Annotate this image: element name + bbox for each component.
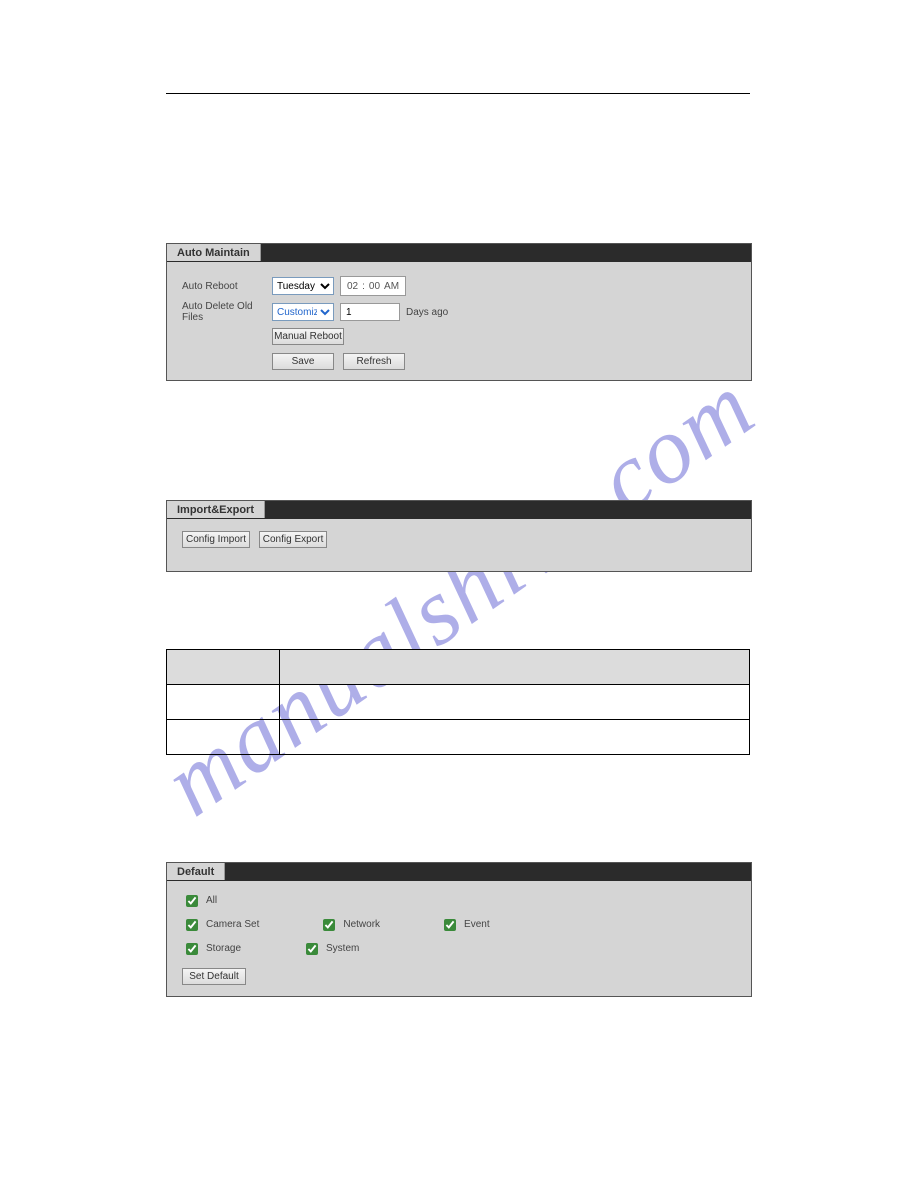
time-colon: : <box>362 281 365 292</box>
panel-header: Default <box>167 863 751 881</box>
refresh-button[interactable]: Refresh <box>343 353 405 370</box>
panel-tab-auto-maintain: Auto Maintain <box>167 244 261 261</box>
checkbox-camera-input[interactable] <box>186 919 198 931</box>
param-cell <box>167 720 280 755</box>
save-refresh-row: Save Refresh <box>272 353 736 370</box>
reboot-ampm: AM <box>384 281 399 292</box>
auto-maintain-panel: Auto Maintain Auto Reboot Tuesday 02 : 0… <box>166 243 752 381</box>
checkbox-camera-set[interactable]: Camera Set <box>182 916 259 934</box>
save-button[interactable]: Save <box>272 353 334 370</box>
config-export-button[interactable]: Config Export <box>259 531 327 548</box>
delete-mode-select[interactable]: Customized <box>272 303 334 321</box>
param-header <box>167 650 280 685</box>
checkbox-system-input[interactable] <box>306 943 318 955</box>
days-ago-label: Days ago <box>406 307 448 318</box>
func-cell <box>280 685 750 720</box>
config-import-button[interactable]: Config Import <box>182 531 250 548</box>
checkbox-event[interactable]: Event <box>440 916 500 934</box>
panel-tab-import-export: Import&Export <box>167 501 265 518</box>
checkbox-row-all: All <box>182 891 736 910</box>
checkbox-event-input[interactable] <box>444 919 456 931</box>
checkbox-row-2: Storage System <box>182 939 736 958</box>
delete-days-input[interactable] <box>340 303 400 321</box>
func-header <box>280 650 750 685</box>
description-table <box>166 649 750 755</box>
import-export-panel: Import&Export Config Import Config Expor… <box>166 500 752 572</box>
manual-reboot-button[interactable]: Manual Reboot <box>272 328 344 345</box>
panel-body: All Camera Set Network Event <box>167 881 751 1000</box>
checkbox-storage[interactable]: Storage <box>182 940 242 958</box>
set-default-button[interactable]: Set Default <box>182 968 246 985</box>
checkbox-event-label: Event <box>464 919 490 930</box>
set-default-row: Set Default <box>182 968 736 985</box>
auto-reboot-label: Auto Reboot <box>182 281 272 292</box>
default-panel: Default All Camera Set Network <box>166 862 752 997</box>
auto-reboot-row: Auto Reboot Tuesday 02 : 00 AM <box>182 276 736 296</box>
checkbox-all-input[interactable] <box>186 895 198 907</box>
watermark-text: manualshive.com <box>144 350 774 837</box>
reboot-hour: 02 <box>347 281 358 292</box>
panel-body: Config Import Config Export <box>167 519 751 563</box>
checkbox-network-input[interactable] <box>323 919 335 931</box>
panel-header: Import&Export <box>167 501 751 519</box>
checkbox-storage-input[interactable] <box>186 943 198 955</box>
checkbox-storage-label: Storage <box>206 943 241 954</box>
checkbox-all-label: All <box>206 895 217 906</box>
manual-reboot-row: Manual Reboot <box>272 328 736 345</box>
reboot-minute: 00 <box>369 281 380 292</box>
table-row <box>167 720 750 755</box>
param-cell <box>167 685 280 720</box>
checkbox-system[interactable]: System <box>302 940 362 958</box>
checkbox-network-label: Network <box>343 919 380 930</box>
table-row <box>167 685 750 720</box>
top-divider <box>166 93 750 94</box>
auto-delete-label: Auto Delete Old Files <box>182 301 272 323</box>
panel-body: Auto Reboot Tuesday 02 : 00 AM Auto Dele… <box>167 262 751 385</box>
table-header-row <box>167 650 750 685</box>
auto-delete-row: Auto Delete Old Files Customized Days ag… <box>182 301 736 323</box>
checkbox-row-1: Camera Set Network Event <box>182 915 736 934</box>
reboot-day-select[interactable]: Tuesday <box>272 277 334 295</box>
checkbox-all[interactable]: All <box>182 892 242 910</box>
checkbox-network[interactable]: Network <box>319 916 380 934</box>
checkbox-camera-label: Camera Set <box>206 919 259 930</box>
panel-header: Auto Maintain <box>167 244 751 262</box>
func-cell <box>280 720 750 755</box>
panel-tab-default: Default <box>167 863 225 880</box>
checkbox-system-label: System <box>326 943 359 954</box>
reboot-time-input[interactable]: 02 : 00 AM <box>340 276 406 296</box>
